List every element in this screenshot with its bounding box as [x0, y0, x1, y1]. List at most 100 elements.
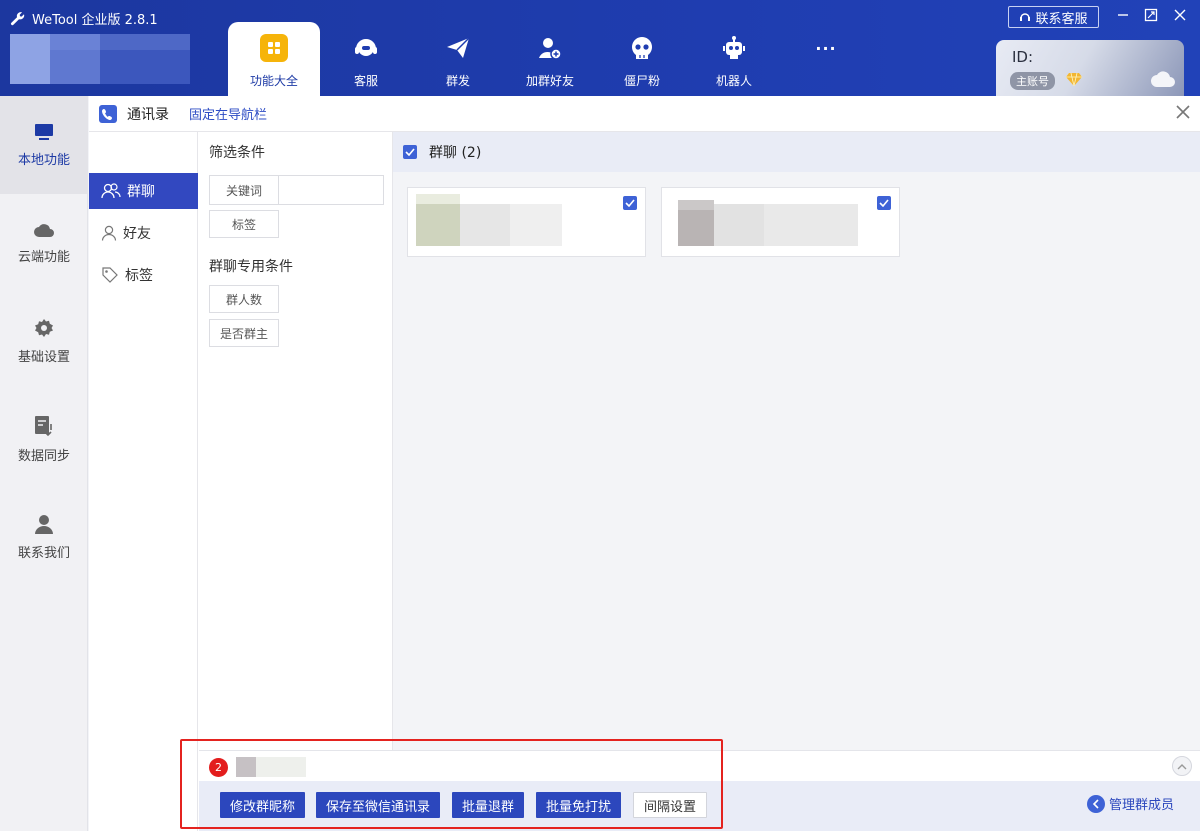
filter-title: 筛选条件 — [209, 142, 265, 162]
sidebar-item-data-sync[interactable]: 数据同步 — [0, 390, 88, 488]
category-label: 群聊 — [127, 181, 155, 201]
category-item-friends[interactable]: 好友 — [89, 215, 198, 251]
nav-item-robot[interactable]: 机器人 — [688, 22, 780, 96]
person-icon — [101, 225, 117, 241]
group-icon — [101, 183, 121, 199]
cloud-status-icon — [1150, 70, 1176, 88]
pin-to-nav-link[interactable]: 固定在导航栏 — [189, 104, 267, 123]
contact-service-label: 联系客服 — [1035, 8, 1087, 27]
is-owner-filter-button[interactable]: 是否群主 — [209, 319, 279, 347]
account-role-badge: 主账号 — [1010, 72, 1055, 90]
maximize-icon[interactable] — [1143, 7, 1159, 23]
close-icon[interactable] — [1176, 105, 1190, 119]
user-icon — [34, 514, 54, 534]
manage-members-link[interactable]: 管理群成员 — [1087, 794, 1174, 813]
sidebar-item-label: 数据同步 — [18, 445, 70, 464]
save-to-contacts-button[interactable]: 保存至微信通讯录 — [316, 792, 440, 818]
group-card[interactable] — [661, 187, 900, 257]
account-id-label: ID: — [1012, 48, 1033, 66]
app-title: WeTool 企业版 2.8.1 — [10, 9, 158, 28]
contact-service-button[interactable]: 联系客服 — [1008, 6, 1099, 28]
panel-header: 通讯录 固定在导航栏 — [89, 96, 1200, 132]
contacts-phone-icon — [99, 105, 117, 123]
keyword-filter-label: 关键词 — [209, 175, 279, 205]
skull-icon — [628, 34, 656, 62]
keyword-input[interactable] — [279, 175, 384, 205]
select-all-checkbox[interactable] — [403, 145, 417, 159]
action-bar: 修改群昵称 保存至微信通讯录 批量退群 批量免打扰 间隔设置 管理群成员 — [199, 781, 1200, 831]
sidebar-item-label: 本地功能 — [18, 149, 70, 168]
chevron-left-icon — [1087, 795, 1105, 813]
results-header: 群聊 (2) — [393, 132, 1200, 172]
headset-icon — [352, 34, 380, 62]
sidebar-item-label: 联系我们 — [18, 542, 70, 561]
tag-filter-button[interactable]: 标签 — [209, 210, 279, 238]
group-card-checkbox[interactable] — [877, 196, 891, 210]
batch-quit-group-button[interactable]: 批量退群 — [452, 792, 524, 818]
main-sidebar: 本地功能 云端功能 基础设置 数据同步 联系我们 — [0, 96, 88, 831]
nav-item-zombie-fans[interactable]: 僵尸粉 — [596, 22, 688, 96]
add-user-icon — [536, 34, 564, 62]
nav-item-mass-send[interactable]: 群发 — [412, 22, 504, 96]
more-icon: ··· — [812, 34, 840, 62]
cloud-icon — [33, 222, 55, 238]
sidebar-item-label: 云端功能 — [18, 246, 70, 265]
contacts-panel: 通讯录 固定在导航栏 群聊 好友 标签 筛选条件 关键词 标签 群聊专用条件 群… — [89, 96, 1200, 831]
nav-item-all-features[interactable]: 功能大全 — [228, 22, 320, 96]
check-icon — [879, 199, 889, 207]
panel-title: 通讯录 — [127, 104, 169, 124]
user-avatar-blurred — [10, 34, 190, 84]
monitor-icon — [34, 123, 54, 141]
category-label: 标签 — [125, 265, 153, 285]
member-count-filter-button[interactable]: 群人数 — [209, 285, 279, 313]
interval-settings-button[interactable]: 间隔设置 — [633, 792, 707, 818]
sidebar-item-local-features[interactable]: 本地功能 — [0, 96, 88, 194]
filter-panel: 筛选条件 关键词 标签 群聊专用条件 群人数 是否群主 — [199, 132, 393, 831]
results-header-label: 群聊 (2) — [429, 142, 481, 162]
nav-item-label: 群发 — [446, 72, 470, 89]
nav-item-label: 加群好友 — [526, 72, 574, 89]
account-card[interactable]: ID: 主账号 — [996, 40, 1184, 96]
sidebar-item-cloud-features[interactable]: 云端功能 — [0, 194, 88, 292]
main-nav: 功能大全 客服 群发 加群好友 僵尸粉 — [228, 22, 872, 96]
app-title-text: WeTool 企业版 2.8.1 — [32, 9, 158, 28]
batch-mute-button[interactable]: 批量免打扰 — [536, 792, 621, 818]
sync-icon — [34, 415, 54, 437]
grid-icon — [260, 34, 288, 62]
nav-item-label: 功能大全 — [250, 72, 298, 89]
group-card[interactable] — [407, 187, 646, 257]
sidebar-item-contact-us[interactable]: 联系我们 — [0, 488, 88, 586]
group-card-checkbox[interactable] — [623, 196, 637, 210]
headset-small-icon — [1019, 11, 1031, 23]
close-window-icon[interactable] — [1172, 7, 1188, 23]
group-filter-title: 群聊专用条件 — [209, 256, 293, 276]
sidebar-item-basic-settings[interactable]: 基础设置 — [0, 292, 88, 390]
nav-item-label: 客服 — [354, 72, 378, 89]
robot-icon — [720, 34, 748, 62]
sidebar-item-label: 基础设置 — [18, 346, 70, 365]
results-area: 群聊 (2) — [393, 132, 1200, 750]
category-list: 群聊 好友 标签 — [89, 132, 198, 831]
gear-icon — [34, 318, 54, 338]
tag-icon — [101, 266, 119, 284]
selected-avatar — [256, 757, 306, 777]
diamond-icon — [1066, 72, 1082, 86]
category-label: 好友 — [123, 223, 151, 243]
selected-count-badge: 2 — [209, 758, 228, 777]
nav-item-customer-service[interactable]: 客服 — [320, 22, 412, 96]
top-header: WeTool 企业版 2.8.1 功能大全 客服 群发 — [0, 0, 1200, 96]
rename-group-nickname-button[interactable]: 修改群昵称 — [220, 792, 305, 818]
chevron-up-icon — [1177, 763, 1187, 770]
nav-item-add-group-friends[interactable]: 加群好友 — [504, 22, 596, 96]
minimize-icon[interactable] — [1115, 7, 1131, 23]
category-item-groups[interactable]: 群聊 — [89, 173, 198, 209]
collapse-toggle[interactable] — [1172, 756, 1192, 776]
selected-avatar — [236, 757, 256, 777]
check-icon — [405, 148, 415, 156]
nav-item-label: 僵尸粉 — [624, 72, 660, 89]
category-item-tags[interactable]: 标签 — [89, 257, 198, 293]
wrench-icon — [10, 11, 26, 27]
nav-item-label: 机器人 — [716, 72, 752, 89]
nav-item-more[interactable]: ··· — [780, 22, 872, 96]
paper-plane-icon — [444, 34, 472, 62]
